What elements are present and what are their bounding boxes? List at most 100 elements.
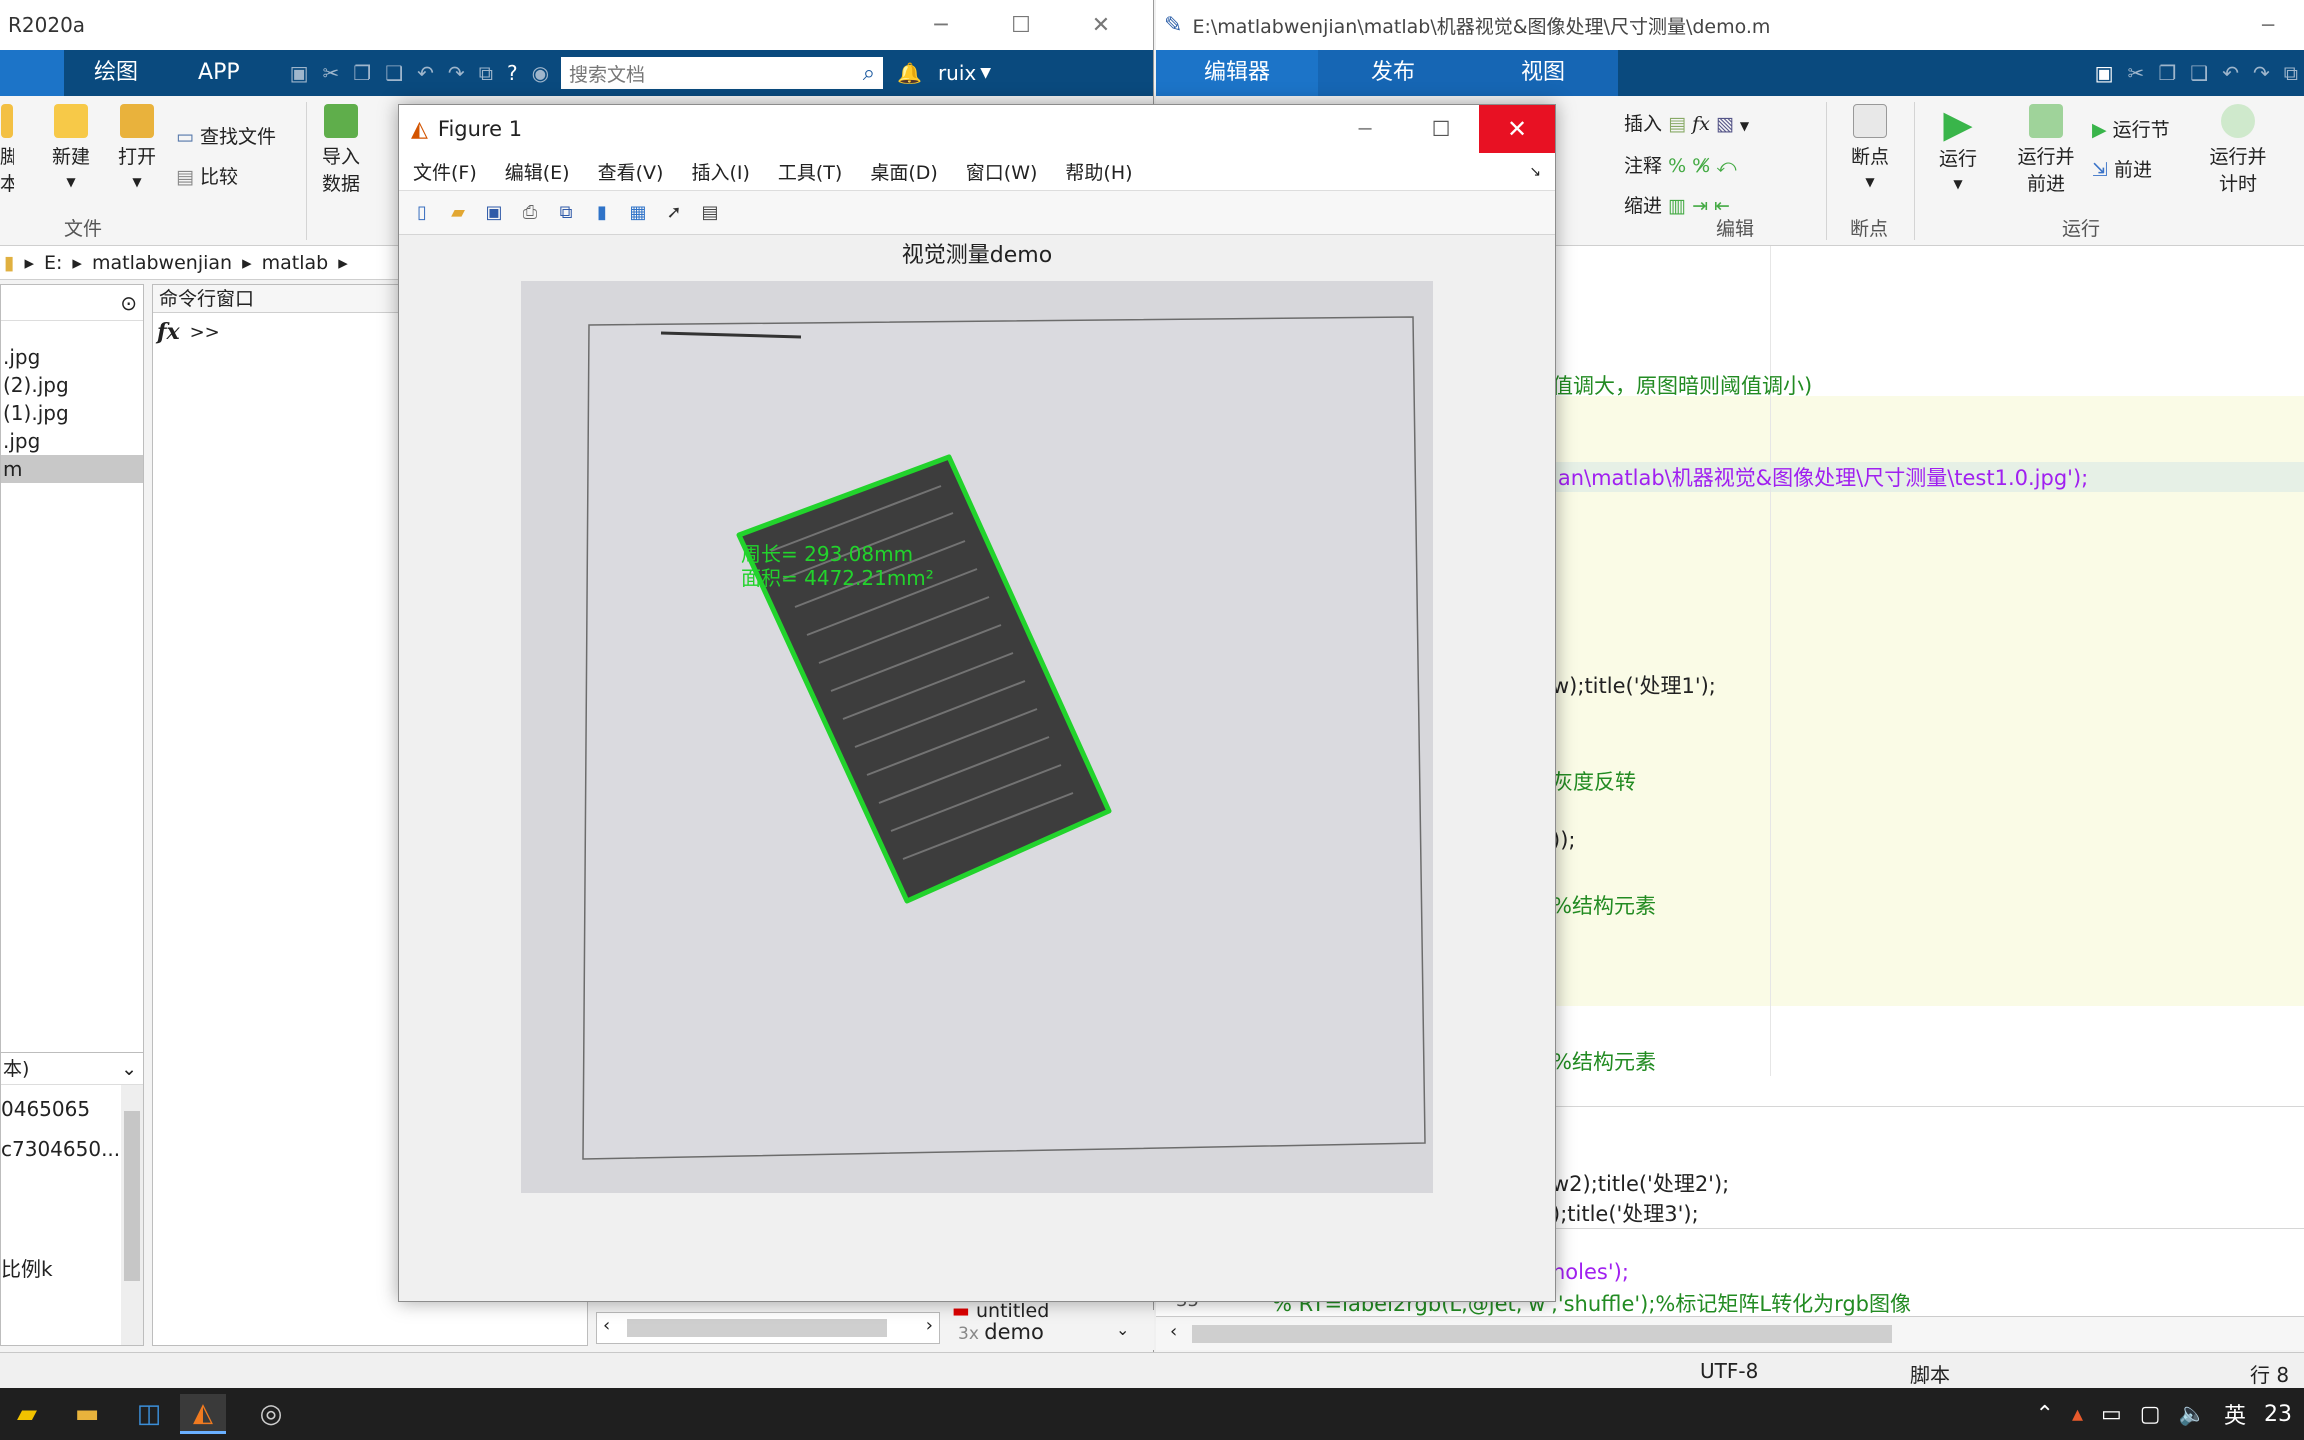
minimize-button[interactable]: ─ [1327, 117, 1403, 141]
redo-icon[interactable]: ↷ [448, 61, 465, 85]
chevron-down-icon[interactable]: ⌄ [121, 1053, 137, 1084]
find-files-button[interactable]: ▭ 查找文件 [176, 122, 276, 149]
workspace-header[interactable]: 本) ⌄ [1, 1053, 143, 1085]
property-inspector-icon[interactable]: ▤ [697, 200, 723, 226]
close-button[interactable]: ✕ [1479, 105, 1555, 153]
save-icon[interactable]: ▣ [290, 61, 309, 85]
menu-tools[interactable]: 工具(T) [764, 158, 856, 185]
matlab-taskbar-icon[interactable]: ◭ [180, 1394, 226, 1434]
menu-view[interactable]: 查看(V) [584, 158, 678, 185]
close-button[interactable]: ✕ [1061, 13, 1141, 38]
new-button[interactable]: 新建 ▼ [46, 104, 96, 191]
list-item[interactable]: m [1, 455, 143, 483]
scroll-left-icon[interactable]: ‹ [1170, 1321, 1177, 1342]
new-figure-icon[interactable]: ▯ [409, 200, 435, 226]
image-axes[interactable]: 周长= 293.08mm 面积= 4472.21mm² [521, 281, 1433, 1193]
help-icon[interactable]: ? [507, 61, 518, 85]
control-panel-icon[interactable]: ◫ [126, 1394, 172, 1434]
cut-icon[interactable]: ✂ [2128, 61, 2145, 85]
legend-icon[interactable]: ▦ [625, 200, 651, 226]
battery-icon[interactable]: ▭ [2101, 1402, 2122, 1427]
search-input[interactable]: 搜索文档 [569, 60, 645, 87]
scroll-right-icon[interactable]: › [926, 1315, 933, 1336]
list-item[interactable]: .jpg [1, 343, 143, 371]
network-icon[interactable]: ▢ [2140, 1402, 2161, 1427]
fx-icon[interactable]: fx [157, 319, 180, 345]
breakpoints-button[interactable]: 断点 ▼ [1838, 104, 1902, 191]
tab-publish[interactable]: 发布 [1318, 50, 1468, 96]
path-segment-matlab[interactable]: matlab [262, 252, 329, 274]
tab-view[interactable]: 视图 [1468, 50, 1618, 96]
volume-icon[interactable]: 🔈 [2179, 1402, 2206, 1427]
cut-icon[interactable]: ✂ [323, 61, 340, 85]
community-icon[interactable]: ◉ [532, 61, 549, 85]
save-icon[interactable]: ▣ [2095, 61, 2114, 85]
compare-button[interactable]: ▤ 比较 [176, 162, 238, 189]
clock[interactable]: 23 [2264, 1402, 2292, 1427]
scroll-left-icon[interactable]: ‹ [603, 1315, 610, 1336]
minimize-button[interactable]: ─ [901, 13, 981, 38]
list-item[interactable]: .jpg [1, 427, 143, 455]
ime-indicator[interactable]: 英 [2224, 1398, 2246, 1430]
redo-icon[interactable]: ↷ [2253, 61, 2270, 85]
advance-button[interactable]: ⇲ 前进 [2092, 150, 2170, 190]
list-item[interactable]: (1).jpg [1, 399, 143, 427]
notes-app-icon[interactable]: ▰ [4, 1394, 50, 1434]
menu-window[interactable]: 窗口(W) [952, 158, 1052, 185]
copy-icon[interactable]: ❐ [353, 61, 371, 85]
dock-icon[interactable]: ↘ [1515, 164, 1555, 180]
menu-file[interactable]: 文件(F) [399, 158, 491, 185]
pointer-icon[interactable]: ➚ [661, 200, 687, 226]
paste-icon[interactable]: ❑ [2190, 61, 2208, 85]
link-plot-icon[interactable]: ⧉ [553, 200, 579, 226]
new-script-button[interactable]: 脚本 [0, 104, 14, 201]
tab-home[interactable] [0, 50, 64, 96]
switch-windows-icon[interactable]: ⧉ [479, 61, 493, 85]
user-menu[interactable]: ruix [938, 61, 976, 85]
file-tab-demo[interactable]: 3x demo ⌄ [958, 1320, 1129, 1344]
path-segment-drive[interactable]: E: [44, 252, 62, 274]
notification-bell-icon[interactable]: 🔔 [897, 61, 922, 85]
menu-desktop[interactable]: 桌面(D) [856, 158, 951, 185]
menu-insert[interactable]: 插入(I) [677, 158, 763, 185]
path-segment-matlabwenjian[interactable]: matlabwenjian [92, 252, 232, 274]
search-icon[interactable]: ⌕ [863, 61, 875, 86]
run-button[interactable]: ▶ 运行 ▼ [1928, 104, 1988, 193]
open-button[interactable]: 打开 ▼ [112, 104, 162, 191]
scrollbar[interactable] [121, 1085, 143, 1345]
minimize-button[interactable]: ─ [2262, 13, 2274, 37]
paste-icon[interactable]: ❑ [385, 61, 403, 85]
horizontal-scrollbar[interactable]: ‹ › [596, 1312, 940, 1344]
tab-editor[interactable]: 编辑器 [1156, 50, 1318, 96]
print-icon[interactable]: ⎙ [517, 200, 543, 226]
insert-button[interactable]: 插入 ▤ fx ▧ ▼ [1624, 104, 1749, 146]
tray-app-icon[interactable]: ▴ [2072, 1402, 2083, 1427]
save-icon[interactable]: ▣ [481, 200, 507, 226]
file-tab-untitled[interactable]: ▬ untitled [952, 1300, 1049, 1322]
user-dropdown-icon[interactable]: ▼ [980, 65, 991, 81]
comment-button[interactable]: 注释 % %̸ ⤺ [1624, 146, 1749, 186]
menu-edit[interactable]: 编辑(E) [491, 158, 584, 185]
menu-help[interactable]: 帮助(H) [1051, 158, 1146, 185]
tray-expand-icon[interactable]: ⌃ [2036, 1402, 2054, 1427]
maximize-button[interactable]: ☐ [1403, 117, 1479, 141]
obs-icon[interactable]: ◎ [248, 1394, 294, 1434]
pane-menu-icon[interactable]: ⊙ [1, 285, 143, 321]
chevron-down-icon[interactable]: ⌄ [1116, 1320, 1129, 1339]
tab-apps[interactable]: APP [168, 50, 270, 96]
run-and-advance-button[interactable]: 运行并 前进 [2008, 104, 2084, 196]
copy-icon[interactable]: ❐ [2158, 61, 2176, 85]
list-item[interactable]: (2).jpg [1, 371, 143, 399]
undo-icon[interactable]: ↶ [417, 61, 434, 85]
tab-plots[interactable]: 绘图 [64, 50, 168, 96]
colorbar-icon[interactable]: ▮ [589, 200, 615, 226]
open-file-icon[interactable]: ▰ [445, 200, 471, 226]
file-explorer-icon[interactable]: ▬ [64, 1394, 110, 1434]
run-and-time-button[interactable]: 运行并 计时 [2200, 104, 2276, 196]
import-data-button[interactable]: 导入 数据 [316, 104, 366, 196]
switch-windows-icon[interactable]: ⧉ [2284, 61, 2298, 85]
editor-horizontal-scrollbar[interactable]: ‹ [1156, 1316, 2304, 1350]
undo-icon[interactable]: ↶ [2222, 61, 2239, 85]
run-section-button[interactable]: ▶ 运行节 [2092, 110, 2170, 150]
maximize-button[interactable]: ☐ [981, 13, 1061, 38]
